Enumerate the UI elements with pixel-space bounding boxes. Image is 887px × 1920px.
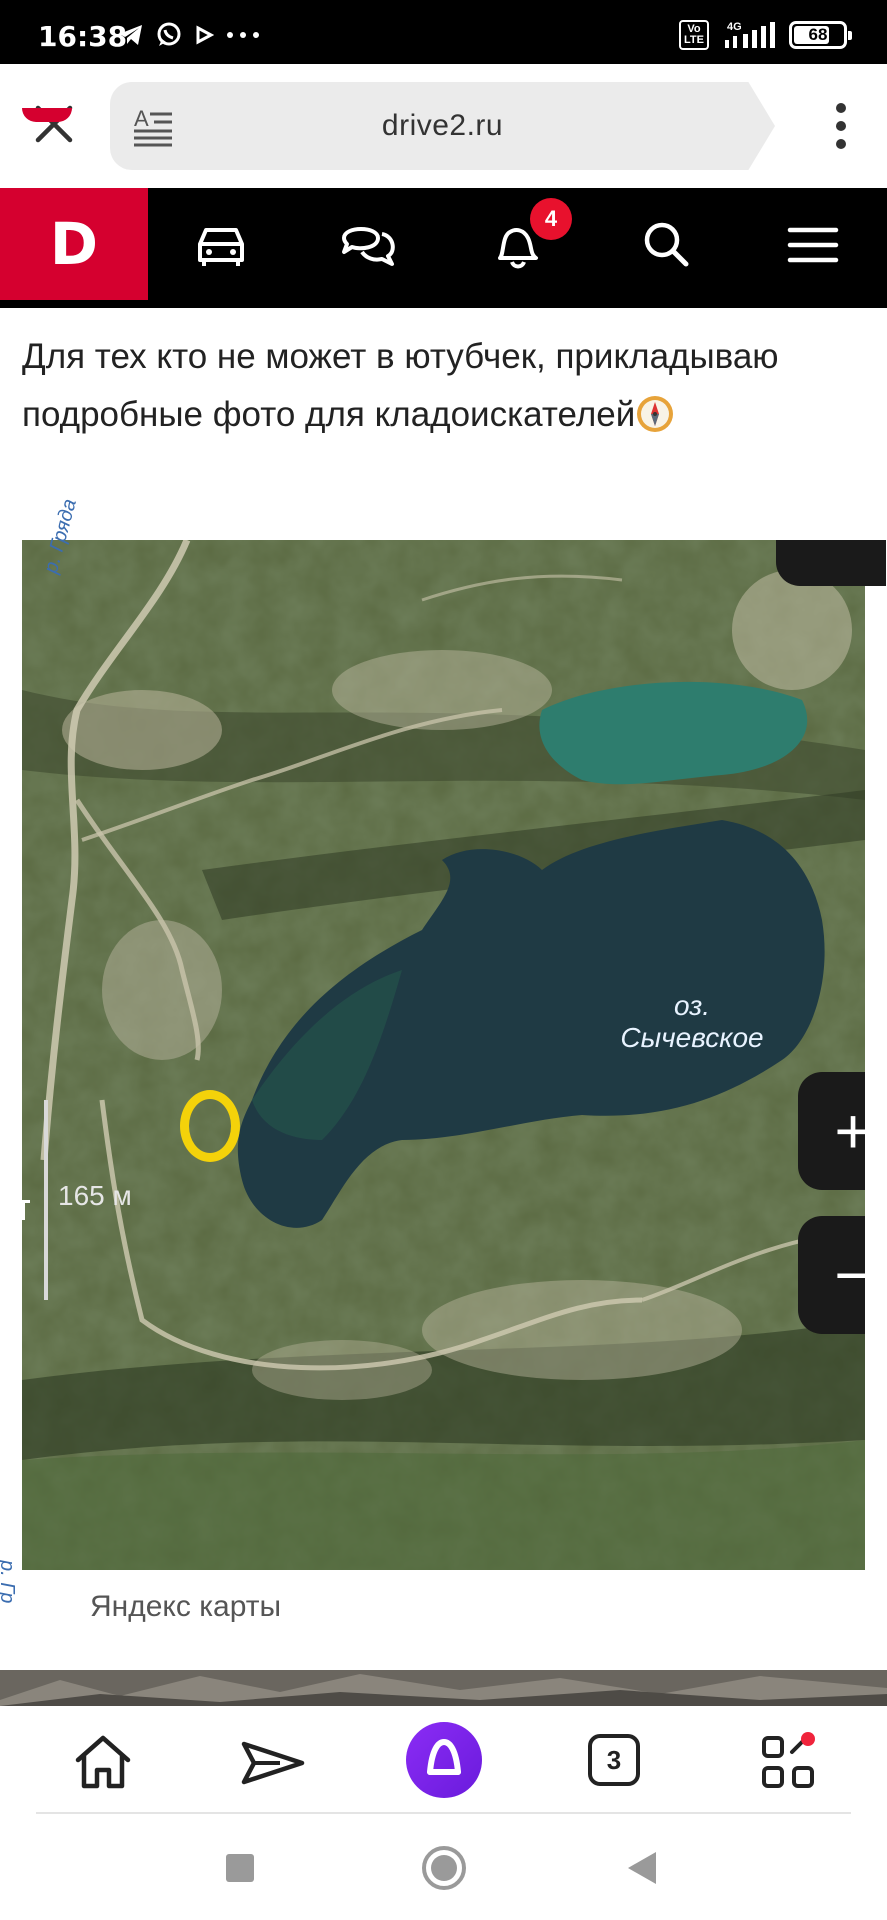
satellite-map [22,540,865,1570]
next-photo-preview[interactable] [0,1670,887,1706]
telegram-icon [119,25,142,45]
notification-badge[interactable]: 4 [530,198,572,240]
share-send-icon[interactable] [240,1730,306,1796]
whatsapp-icon [157,22,181,46]
play-icon [196,25,214,45]
map-image[interactable]: + − [22,540,865,1570]
zoom-out-label: − [834,1239,865,1311]
lake-label-line2: Сычевское [620,1022,764,1053]
zoom-in-button[interactable]: + [798,1072,865,1190]
svg-text:4G: 4G [727,21,742,33]
lake-label: оз. Сычевское [612,990,772,1054]
kebab-menu-icon[interactable] [835,102,847,150]
scale-bar [44,1100,48,1300]
chat-icon[interactable] [338,214,400,276]
recents-icon[interactable] [226,1854,254,1882]
tabs-count-button[interactable]: 3 [588,1734,640,1786]
lake-label-line1: оз. [673,990,711,1021]
map-scale: 165 м [58,1180,132,1211]
article-paragraph: Для тех кто не может в ютубчек, приклады… [22,328,862,444]
back-icon[interactable] [628,1852,656,1884]
river-label-bottom: р. Гр [0,1560,18,1604]
compass-emoji [637,396,674,432]
battery-level: 68 [808,25,828,44]
signal-icon: 4G [725,21,775,48]
volte-icon: Vo LTE [679,20,709,50]
more-dots-icon [227,32,259,38]
battery-icon: 68 [789,21,852,49]
car-icon[interactable] [190,214,252,276]
search-icon[interactable] [636,214,698,276]
home-circle-icon[interactable] [422,1846,466,1890]
hamburger-icon[interactable] [782,214,844,276]
home-icon[interactable] [70,1730,136,1796]
scale-tick [22,1200,30,1220]
address-bar[interactable]: A drive2.ru [110,82,775,170]
map-control-partial[interactable] [776,540,886,586]
apps-grid-icon[interactable] [756,1730,822,1796]
location-marker [180,1090,240,1162]
browser-toolbar: A drive2.ru [0,64,887,188]
avatar-edge [22,108,72,122]
zoom-out-button[interactable]: − [798,1216,865,1334]
alice-icon [427,1738,461,1775]
zoom-in-label: + [834,1095,865,1167]
status-bar: 16:38 Vo LTE 4G 68 [0,0,887,64]
site-nav: D [0,188,887,308]
site-logo[interactable]: D [0,188,148,300]
status-time: 16:38 [38,20,128,53]
alice-assistant-button[interactable] [406,1722,482,1798]
url-text[interactable]: drive2.ru [110,109,775,143]
map-caption: Яндекс карты [90,1590,282,1623]
